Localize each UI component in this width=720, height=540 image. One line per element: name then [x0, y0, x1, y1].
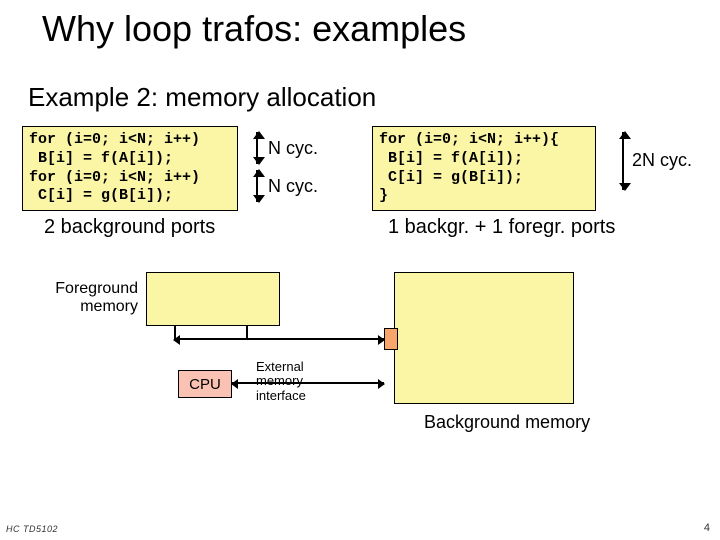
code-block-left: for (i=0; i<N; i++) B[i] = f(A[i]); for …	[22, 126, 238, 211]
label-ncyc-1: N cyc.	[268, 138, 318, 159]
fg-label-line2: memory	[80, 298, 138, 315]
memory-interface-block	[384, 328, 398, 350]
arrow-2ncyc	[622, 132, 624, 190]
ext-label-line2: memory	[256, 373, 303, 388]
background-memory-label: Background memory	[424, 412, 590, 433]
foreground-memory-box	[146, 272, 280, 326]
code-block-right: for (i=0; i<N; i++){ B[i] = f(A[i]); C[i…	[372, 126, 596, 211]
ext-label-line1: External	[256, 359, 304, 374]
page-number: 4	[704, 522, 710, 534]
fg-label-line1: Foreground	[55, 280, 138, 297]
caption-right: 1 backgr. + 1 foregr. ports	[388, 216, 615, 239]
ext-label-line3: interface	[256, 388, 306, 403]
foreground-memory-label: Foreground memory	[40, 280, 138, 317]
slide-subtitle: Example 2: memory allocation	[28, 82, 376, 113]
footer-left: HC TD5102	[6, 524, 58, 534]
external-memory-interface-label: External memory interface	[256, 360, 336, 403]
arrow-ncyc-2	[256, 170, 258, 202]
slide-title: Why loop trafos: examples	[42, 8, 466, 50]
cpu-box: CPU	[178, 370, 232, 398]
label-2ncyc: 2N cyc.	[632, 150, 692, 171]
arrow-ncyc-1	[256, 132, 258, 164]
label-ncyc-2: N cyc.	[268, 176, 318, 197]
background-memory-box	[394, 272, 574, 404]
caption-left: 2 background ports	[44, 216, 215, 239]
connector-fg-to-interface	[174, 338, 384, 340]
